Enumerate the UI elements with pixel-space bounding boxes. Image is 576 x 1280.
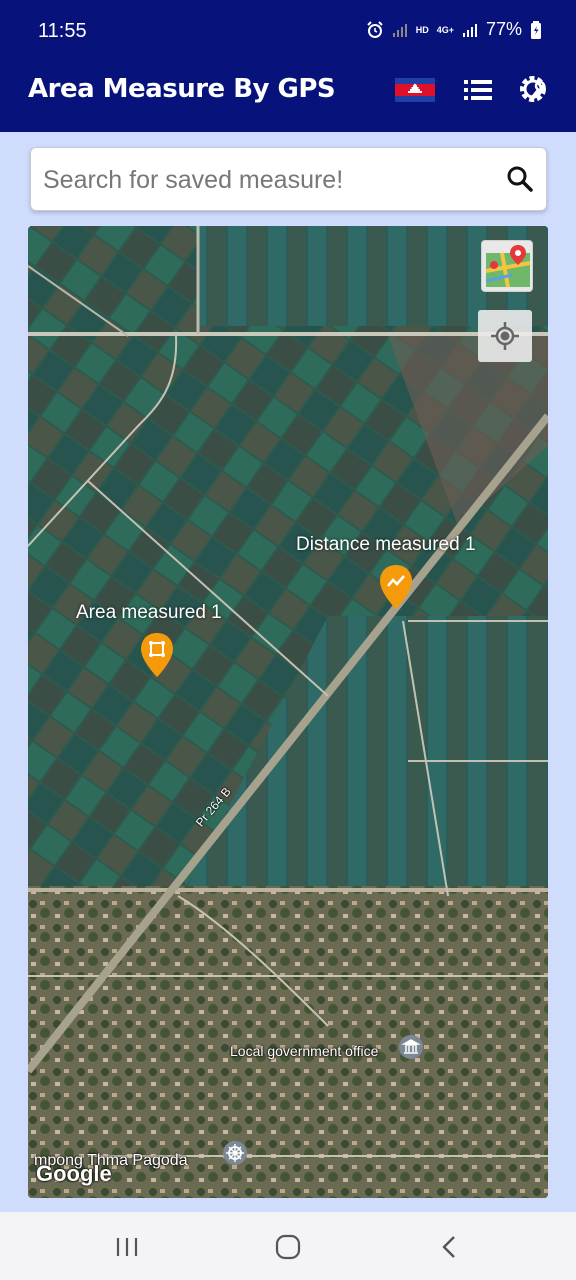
map-view[interactable]: Distance measured 1 Area measured 1 Pr 2… bbox=[28, 226, 548, 1198]
battery-percent: 77% bbox=[485, 19, 522, 39]
system-nav-bar bbox=[0, 1212, 576, 1280]
search-bar[interactable] bbox=[30, 147, 547, 211]
poi-label-government: Local government office bbox=[230, 1043, 379, 1059]
status-time: 11:55 bbox=[38, 20, 87, 42]
status-bar: 11:55 HD 4G+ 77% bbox=[0, 0, 576, 62]
search-input[interactable] bbox=[43, 160, 483, 200]
pagoda-icon[interactable] bbox=[222, 1140, 248, 1166]
network-type: 4G+ bbox=[436, 24, 454, 35]
signal-icon bbox=[462, 23, 477, 37]
list-icon[interactable] bbox=[462, 74, 494, 106]
network-label: HD bbox=[415, 24, 429, 35]
my-location-icon bbox=[491, 322, 519, 350]
marker-label-distance: Distance measured 1 bbox=[296, 534, 476, 555]
google-attribution[interactable]: Google bbox=[36, 1161, 112, 1187]
status-icons: HD 4G+ 77% bbox=[366, 19, 542, 40]
area-marker-icon[interactable] bbox=[140, 632, 174, 678]
map-type-button[interactable] bbox=[481, 240, 533, 292]
government-building-icon[interactable] bbox=[398, 1034, 424, 1060]
home-icon[interactable] bbox=[273, 1232, 303, 1262]
battery-icon bbox=[531, 20, 541, 39]
search-icon[interactable] bbox=[506, 165, 534, 193]
recent-apps-icon[interactable] bbox=[112, 1232, 142, 1262]
app-title: Area Measure By GPS bbox=[28, 74, 336, 104]
back-icon[interactable] bbox=[435, 1232, 465, 1262]
my-location-button[interactable] bbox=[478, 310, 532, 362]
app-bar: Area Measure By GPS bbox=[0, 62, 576, 132]
settings-icon[interactable] bbox=[516, 72, 550, 106]
marker-label-area: Area measured 1 bbox=[76, 602, 222, 623]
signal-icon bbox=[392, 23, 407, 37]
map-type-icon bbox=[485, 245, 531, 288]
alarm-icon bbox=[366, 20, 383, 38]
cambodia-flag-icon[interactable] bbox=[395, 78, 435, 102]
distance-marker-icon[interactable] bbox=[379, 564, 413, 610]
